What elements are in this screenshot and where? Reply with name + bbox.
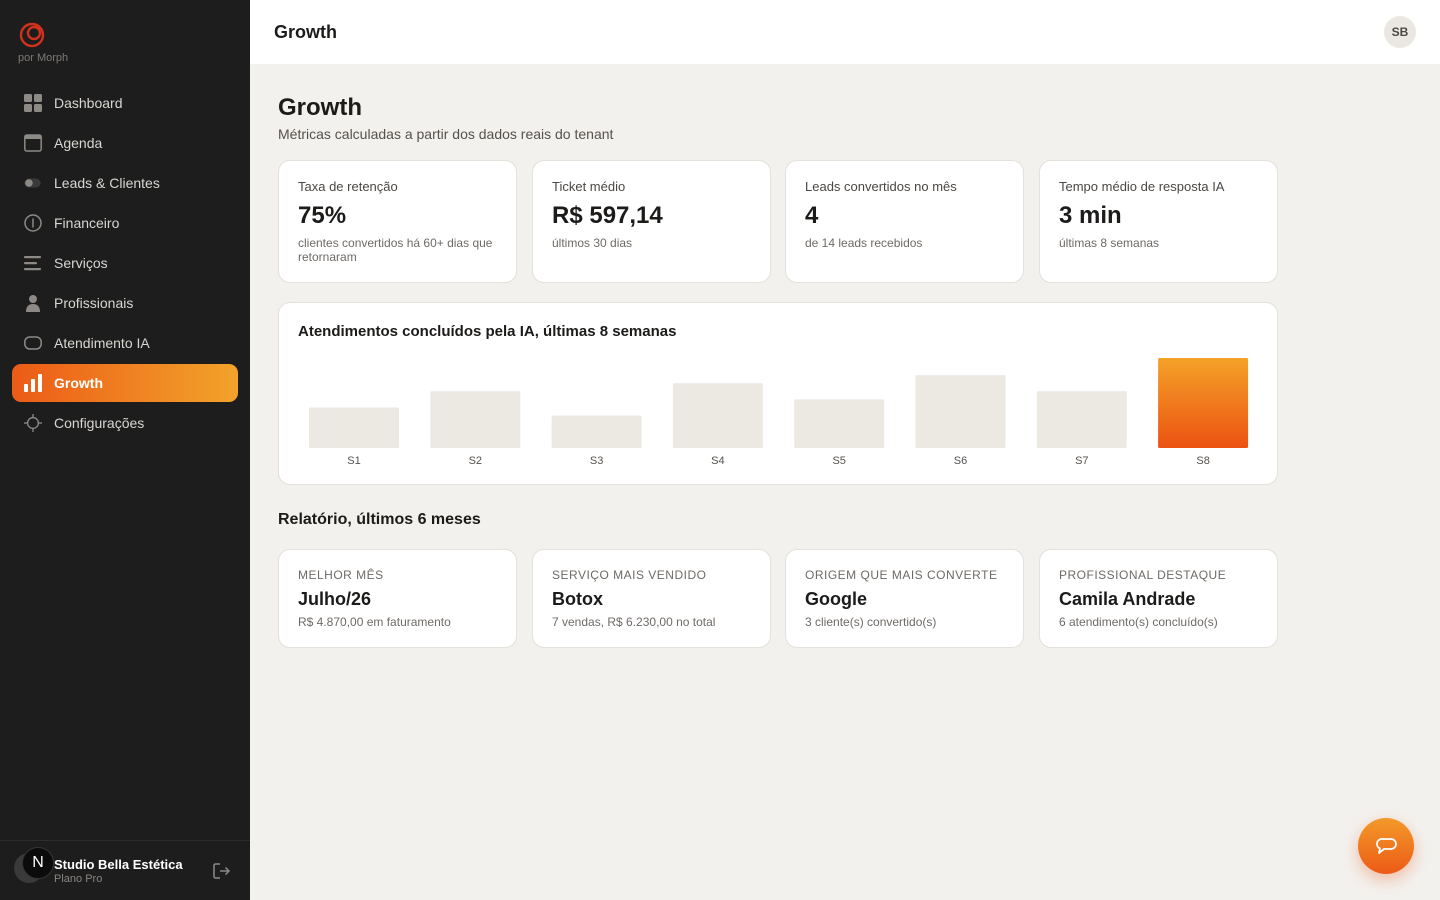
user-avatar[interactable]: SB (1384, 16, 1416, 48)
page-subtitle: Métricas calculadas a partir dos dados r… (278, 126, 614, 142)
sidebar-item-label: Serviços (54, 255, 108, 271)
kpi-card-leads: Leads convertidos no mês 4 de 14 leads r… (785, 160, 1024, 283)
topbar-title: Growth (274, 22, 337, 42)
report-card-top-professional: PROFISSIONAL DESTAQUE Camila Andrade 6 a… (1039, 549, 1278, 648)
sidebar-item-label: Profissionais (54, 295, 134, 311)
sidebar-item-label: Growth (54, 375, 103, 391)
calendar-icon (24, 134, 42, 152)
bar-chart: S1 S2 S3 S4 S5 S6 S7 S8 (309, 358, 1249, 467)
chart-bar-S5 (794, 399, 885, 448)
kpi-label: Tempo médio de resposta IA (1059, 179, 1225, 194)
kpi-value: 3 min (1059, 202, 1122, 229)
sidebar-item-label: Financeiro (54, 215, 120, 231)
list-icon (24, 254, 42, 272)
kpi-note: últimos 30 dias (552, 236, 633, 250)
report-value: Julho/26 (298, 589, 372, 609)
kpi-card-ticket: Ticket médio R$ 597,14 últimos 30 dias (532, 160, 771, 283)
topbar: Growth SB (250, 0, 1440, 64)
report-label: PROFISSIONAL DESTAQUE (1059, 568, 1227, 582)
chart-tick-label: S4 (711, 455, 724, 467)
toggle-icon (24, 174, 42, 192)
report-card-top-source: ORIGEM QUE MAIS CONVERTE Google 3 client… (785, 549, 1024, 648)
sidebar-item-servicos[interactable]: Serviços (12, 244, 238, 282)
chart-bar-S2 (430, 391, 521, 448)
sidebar-item-atendimento-ia[interactable]: Atendimento IA (12, 324, 238, 362)
kpi-card-response-time: Tempo médio de resposta IA 3 min últimas… (1039, 160, 1278, 283)
person-icon (24, 294, 42, 312)
sidebar-item-growth[interactable]: Growth (12, 364, 238, 402)
kpi-value: 4 (805, 202, 819, 229)
studio-plan: Plano Pro (54, 873, 103, 885)
chart-tick-label: S2 (469, 455, 482, 467)
kpi-card-retention: Taxa de retenção 75% clientes convertido… (278, 160, 517, 283)
chart-bar-S8 (1158, 358, 1249, 448)
chart-bar-S6 (915, 375, 1006, 448)
brand-subtitle: por Morph (18, 52, 69, 64)
chart-bar-S7 (1036, 391, 1127, 448)
info-circle-icon (24, 214, 42, 232)
bar-chart-icon (24, 374, 42, 392)
chart-tick-label: S5 (832, 455, 845, 467)
chat-fab-button[interactable] (1358, 818, 1414, 874)
report-card-best-month: MELHOR MÊS Julho/26 R$ 4.870,00 em fatur… (278, 549, 517, 648)
sidebar-item-label: Leads & Clientes (54, 175, 160, 191)
sidebar-item-label: Atendimento IA (54, 335, 150, 351)
kpi-note: de 14 leads recebidos (805, 236, 923, 250)
settings-crosshair-icon (24, 414, 42, 432)
sidebar-item-configuracoes[interactable]: Configurações (12, 404, 238, 442)
dashboard-icon (24, 94, 42, 112)
sidebar-item-profissionais[interactable]: Profissionais (12, 284, 238, 322)
report-label: SERVIÇO MAIS VENDIDO (552, 568, 707, 582)
logout-icon[interactable] (212, 861, 232, 881)
sidebar-item-agenda[interactable]: Agenda (12, 124, 238, 162)
chart-tick-label: S8 (1196, 455, 1209, 467)
brand-logo[interactable]: por Morph (18, 20, 68, 64)
chat-bubble-icon (24, 334, 42, 352)
kpi-label: Taxa de retenção (298, 179, 398, 194)
chart-bar-S4 (672, 383, 763, 448)
report-note: 6 atendimento(s) concluído(s) (1059, 615, 1218, 629)
report-title: Relatório, últimos 6 meses (278, 511, 481, 528)
report-value: Google (805, 589, 867, 609)
chart-tick-label: S1 (347, 455, 360, 467)
report-value: Botox (552, 589, 603, 609)
report-label: MELHOR MÊS (298, 568, 384, 582)
sidebar: por Morph Dashboard Agenda Leads & Clien… (0, 0, 250, 900)
report-note: 7 vendas, R$ 6.230,00 no total (552, 615, 716, 629)
report-note: 3 cliente(s) convertido(s) (805, 615, 937, 629)
chart-bar-S1 (309, 407, 399, 448)
sidebar-footer: N Studio Bella Estética Plano Pro (0, 840, 250, 900)
report-label: ORIGEM QUE MAIS CONVERTE (805, 568, 998, 582)
chart-tick-label: S6 (954, 455, 967, 467)
kpi-note: últimas 8 semanas (1059, 236, 1160, 250)
kpi-label: Leads convertidos no mês (805, 179, 957, 194)
kpi-note: clientes convertidos há 60+ dias que ret… (298, 236, 493, 264)
chat-bubble-icon (1376, 838, 1397, 854)
studio-name: Studio Bella Estética (54, 857, 183, 872)
chart-tick-label: S3 (590, 455, 603, 467)
sidebar-nav: Dashboard Agenda Leads & Clientes Financ… (12, 84, 238, 444)
sidebar-item-label: Configurações (54, 415, 145, 431)
kpi-value: 75% (298, 202, 347, 229)
report-card-top-service: SERVIÇO MAIS VENDIDO Botox 7 vendas, R$ … (532, 549, 771, 648)
sidebar-item-label: Agenda (54, 135, 103, 151)
workspace-avatar[interactable]: N (22, 847, 54, 879)
chart-tick-label: S7 (1075, 455, 1088, 467)
sidebar-item-label: Dashboard (54, 95, 123, 111)
page-title: Growth (278, 94, 362, 121)
chart-bar-S3 (551, 415, 642, 448)
kpi-value: R$ 597,14 (552, 202, 663, 229)
sidebar-item-dashboard[interactable]: Dashboard (12, 84, 238, 122)
chart-card: Atendimentos concluídos pela IA, últimas… (278, 302, 1278, 485)
report-value: Camila Andrade (1059, 589, 1196, 609)
kpi-label: Ticket médio (552, 179, 626, 194)
report-note: R$ 4.870,00 em faturamento (298, 615, 451, 629)
brand-logo-mark-icon (19, 22, 45, 48)
sidebar-item-financeiro[interactable]: Financeiro (12, 204, 238, 242)
sidebar-item-leads-clientes[interactable]: Leads & Clientes (12, 164, 238, 202)
